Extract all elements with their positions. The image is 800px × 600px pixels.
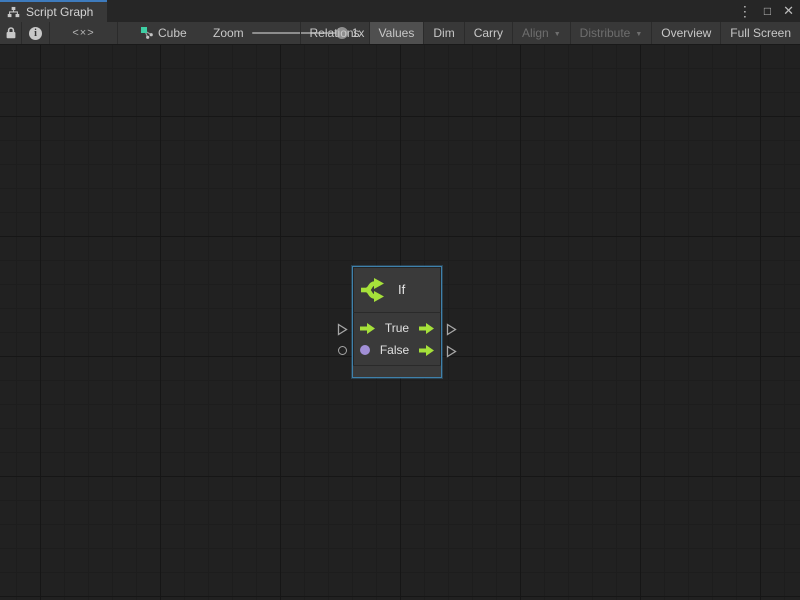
distribute-label: Distribute xyxy=(580,26,631,40)
node-footer xyxy=(353,366,441,377)
info-button[interactable]: i xyxy=(22,22,50,44)
angle-x-icon: <×> xyxy=(72,27,94,39)
toolbar-left-group: i <×> xyxy=(0,22,118,44)
chevron-down-icon: ▼ xyxy=(635,31,642,38)
lock-button[interactable] xyxy=(0,22,22,44)
script-graph-window: Script Graph ⋮ □ ✕ i <×> xyxy=(0,0,800,600)
port-row-true: True xyxy=(353,317,441,339)
port-label-true: True xyxy=(375,321,419,335)
titlebar: Script Graph ⋮ □ ✕ xyxy=(0,0,800,22)
tab-script-graph[interactable]: Script Graph xyxy=(0,0,107,22)
lock-icon xyxy=(5,26,17,40)
window-controls: ⋮ □ ✕ xyxy=(738,0,794,22)
values-button[interactable]: Values xyxy=(369,22,424,44)
graph-canvas[interactable]: If True False xyxy=(0,45,800,600)
node-if-header[interactable]: If xyxy=(353,267,441,312)
zoom-label: Zoom xyxy=(213,26,244,40)
tab-label: Script Graph xyxy=(26,5,93,19)
relations-label: Relations xyxy=(310,26,360,40)
node-ports: True False xyxy=(353,313,441,365)
outer-value-input-circle[interactable] xyxy=(338,346,347,355)
overview-label: Overview xyxy=(661,26,711,40)
bool-value-port-icon[interactable] xyxy=(360,345,370,355)
fullscreen-button[interactable]: Full Screen xyxy=(720,22,800,44)
align-dropdown[interactable]: Align ▼ xyxy=(512,22,570,44)
maximize-icon[interactable]: □ xyxy=(764,0,771,22)
window-menu-icon[interactable]: ⋮ xyxy=(738,0,752,22)
graph-asset-icon xyxy=(140,26,154,40)
outer-true-output-triangle[interactable] xyxy=(446,323,457,336)
flow-output-arrow-icon[interactable] xyxy=(419,345,434,356)
toolbar-buttons: Relations Values Dim Carry Align ▼ Distr… xyxy=(300,22,800,44)
overview-button[interactable]: Overview xyxy=(651,22,720,44)
align-label: Align xyxy=(522,26,549,40)
node-title: If xyxy=(398,282,405,297)
fullscreen-label: Full Screen xyxy=(730,26,791,40)
dim-button[interactable]: Dim xyxy=(423,22,463,44)
close-icon[interactable]: ✕ xyxy=(783,0,794,22)
relations-button[interactable]: Relations xyxy=(300,22,369,44)
value-toggle-button[interactable]: <×> xyxy=(50,22,118,44)
dim-label: Dim xyxy=(433,26,454,40)
info-icon: i xyxy=(29,27,42,40)
carry-label: Carry xyxy=(474,26,503,40)
graph-reference[interactable]: Cube xyxy=(140,22,187,44)
flow-input-arrow-icon[interactable] xyxy=(360,323,375,334)
carry-button[interactable]: Carry xyxy=(464,22,512,44)
graph-hierarchy-icon xyxy=(7,6,20,19)
distribute-dropdown[interactable]: Distribute ▼ xyxy=(570,22,652,44)
outer-false-output-triangle[interactable] xyxy=(446,345,457,358)
chevron-down-icon: ▼ xyxy=(554,31,561,38)
port-row-false: False xyxy=(353,339,441,361)
outer-flow-input-triangle[interactable] xyxy=(337,323,348,336)
port-label-false: False xyxy=(370,343,419,357)
toolbar: i <×> Cube Zoom 1x Relations xyxy=(0,22,800,45)
branch-icon xyxy=(360,276,390,304)
graph-ref-label: Cube xyxy=(158,26,187,40)
node-if[interactable]: If True False xyxy=(352,266,442,378)
flow-output-arrow-icon[interactable] xyxy=(419,323,434,334)
values-label: Values xyxy=(379,26,415,40)
